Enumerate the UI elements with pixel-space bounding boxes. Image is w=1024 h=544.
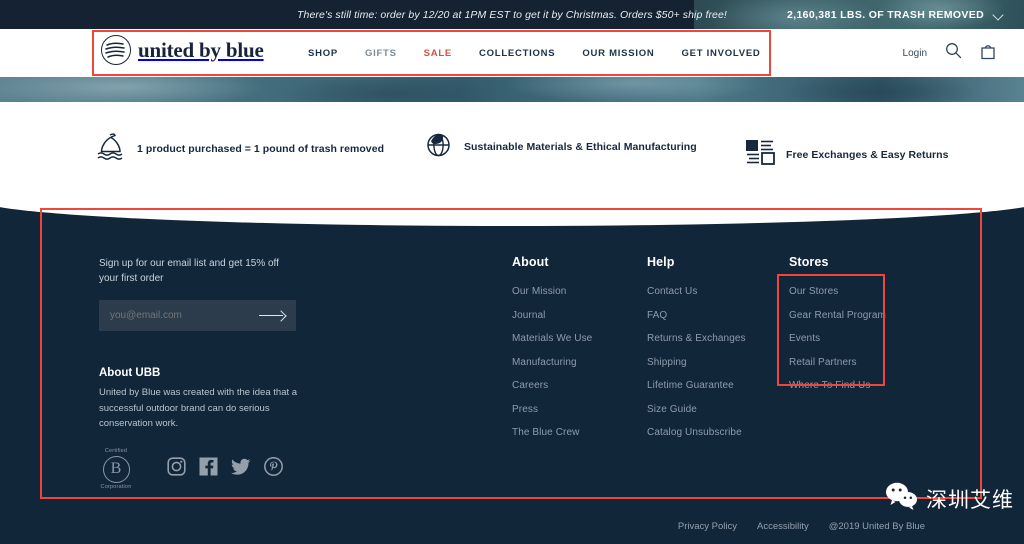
- footer-column-heading: Help: [647, 255, 675, 269]
- header-actions: Login: [903, 29, 996, 77]
- site-footer: Sign up for our email list and get 15% o…: [0, 201, 1024, 544]
- footer-column-help: Help Contact Us FAQ Returns & Exchanges …: [647, 255, 746, 451]
- copyright-text: @2019 United By Blue: [828, 521, 925, 532]
- email-signup-text: Sign up for our email list and get 15% o…: [99, 258, 279, 284]
- email-signup-form: [99, 300, 296, 331]
- bcorp-badge: Certified B Corporation: [99, 448, 133, 490]
- footer-column-about: About Our Mission Journal Materials We U…: [512, 255, 592, 451]
- footer-link-our-stores[interactable]: Our Stores: [789, 286, 886, 297]
- nav-item-gifts[interactable]: GIFTS: [365, 48, 397, 59]
- footer-curve-divider: [0, 201, 1024, 226]
- trash-counter-label: 2,160,381 LBS. OF TRASH REMOVED: [787, 8, 984, 21]
- pinterest-icon[interactable]: [264, 457, 283, 481]
- footer-column-stores: Stores Our Stores Gear Rental Program Ev…: [789, 255, 886, 404]
- page-root: There's still time: order by 12/20 at 1P…: [0, 0, 1024, 544]
- nav-item-sale[interactable]: SALE: [424, 48, 452, 59]
- footer-link-gear-rental-program[interactable]: Gear Rental Program: [789, 310, 886, 321]
- footer-column-heading: Stores: [789, 255, 829, 269]
- footer-link-press[interactable]: Press: [512, 404, 592, 415]
- instagram-icon[interactable]: [167, 457, 186, 481]
- nav-item-collections[interactable]: COLLECTIONS: [479, 48, 555, 59]
- footer-bottom-bar: Privacy Policy Accessibility @2019 Unite…: [0, 521, 1024, 532]
- globe-leaf-icon: [424, 130, 453, 164]
- footer-link-catalog-unsubscribe[interactable]: Catalog Unsubscribe: [647, 427, 746, 438]
- footer-link-returns-exchanges[interactable]: Returns & Exchanges: [647, 333, 746, 344]
- announcement-bar: There's still time: order by 12/20 at 1P…: [0, 0, 1024, 29]
- value-prop-free-exchanges: Free Exchanges & Easy Returns: [745, 138, 949, 171]
- exchange-boxes-icon: [745, 138, 775, 171]
- watermark-text: 深圳艾维: [926, 487, 1014, 512]
- value-prop-sustainable-materials: Sustainable Materials & Ethical Manufact…: [424, 130, 697, 164]
- value-prop-label: Sustainable Materials & Ethical Manufact…: [464, 141, 697, 153]
- logo-wordmark: united by blue: [138, 37, 264, 62]
- bcorp-top-label: Certified: [104, 448, 128, 454]
- nav-item-get-involved[interactable]: GET INVOLVED: [681, 48, 760, 59]
- footer-badges: Certified B Corporation: [99, 448, 283, 490]
- trash-bag-in-water-icon: [96, 130, 126, 167]
- footer-link-contact-us[interactable]: Contact Us: [647, 286, 746, 297]
- chevron-down-icon[interactable]: [993, 9, 1004, 20]
- footer-link-faq[interactable]: FAQ: [647, 310, 746, 321]
- primary-nav: SHOP GIFTS SALE COLLECTIONS OUR MISSION …: [308, 29, 761, 77]
- accessibility-link[interactable]: Accessibility: [757, 521, 809, 532]
- logo-link[interactable]: united by blue: [101, 35, 264, 65]
- footer-link-careers[interactable]: Careers: [512, 380, 592, 391]
- about-ubb-body: United by Blue was created with the idea…: [99, 387, 298, 430]
- login-link[interactable]: Login: [903, 48, 927, 59]
- value-prop-trash-removed: 1 product purchased = 1 pound of trash r…: [96, 130, 384, 167]
- about-ubb-block: About UBB United by Blue was created wit…: [99, 367, 309, 432]
- nav-item-shop[interactable]: SHOP: [308, 48, 338, 59]
- wechat-icon: [885, 481, 919, 516]
- footer-link-materials-we-use[interactable]: Materials We Use: [512, 333, 592, 344]
- bcorp-letter: B: [102, 455, 130, 483]
- bcorp-bottom-label: Corporation: [100, 484, 132, 490]
- site-header: united by blue SHOP GIFTS SALE COLLECTIO…: [0, 29, 1024, 77]
- footer-link-retail-partners[interactable]: Retail Partners: [789, 357, 886, 368]
- social-links: [167, 457, 283, 481]
- arrow-right-icon[interactable]: [259, 310, 285, 322]
- footer-column-heading: About: [512, 255, 549, 269]
- footer-link-events[interactable]: Events: [789, 333, 886, 344]
- footer-link-size-guide[interactable]: Size Guide: [647, 404, 746, 415]
- hero-image-strip: [0, 77, 1024, 102]
- footer-link-our-mission[interactable]: Our Mission: [512, 286, 592, 297]
- shopping-bag-icon[interactable]: [980, 42, 996, 65]
- footer-link-lifetime-guarantee[interactable]: Lifetime Guarantee: [647, 380, 746, 391]
- value-prop-label: Free Exchanges & Easy Returns: [786, 148, 949, 161]
- trash-counter[interactable]: 2,160,381 LBS. OF TRASH REMOVED: [787, 9, 1004, 21]
- wechat-watermark: 深圳艾维: [885, 481, 1014, 516]
- footer-link-manufacturing[interactable]: Manufacturing: [512, 357, 592, 368]
- email-input[interactable]: [110, 310, 250, 321]
- privacy-policy-link[interactable]: Privacy Policy: [678, 521, 737, 532]
- facebook-icon[interactable]: [199, 457, 218, 481]
- footer-link-shipping[interactable]: Shipping: [647, 357, 746, 368]
- wave-circle-logo-icon: [101, 35, 131, 65]
- twitter-icon[interactable]: [231, 458, 251, 481]
- footer-link-where-to-find-us[interactable]: Where To Find Us: [789, 380, 886, 391]
- email-signup: Sign up for our email list and get 15% o…: [99, 256, 299, 331]
- value-props-band: 1 product purchased = 1 pound of trash r…: [0, 102, 1024, 201]
- footer-link-journal[interactable]: Journal: [512, 310, 592, 321]
- search-icon[interactable]: [945, 42, 962, 64]
- about-ubb-title: About UBB: [99, 367, 161, 379]
- value-prop-label: 1 product purchased = 1 pound of trash r…: [137, 142, 385, 155]
- nav-item-our-mission[interactable]: OUR MISSION: [582, 48, 654, 59]
- footer-link-the-blue-crew[interactable]: The Blue Crew: [512, 427, 592, 438]
